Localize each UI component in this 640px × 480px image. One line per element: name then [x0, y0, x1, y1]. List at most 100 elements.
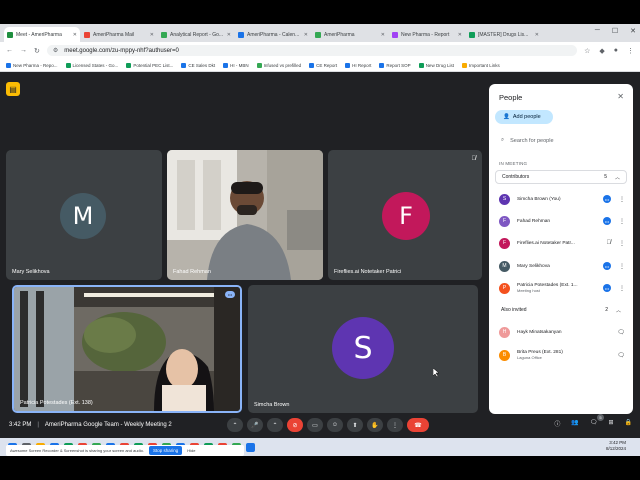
- close-icon[interactable]: ✕: [458, 32, 462, 38]
- more-options-icon[interactable]: ⋮: [387, 418, 403, 432]
- maximize-icon[interactable]: ☐: [612, 27, 618, 35]
- participant-tile[interactable]: ••• Patricia Potestades (Ext. 138): [12, 285, 242, 413]
- contributors-group[interactable]: Contributors 5 ︿: [495, 170, 627, 184]
- chat-icon[interactable]: 🗨: [617, 329, 625, 336]
- list-item[interactable]: M Mary Selikhova ••• ⋮: [499, 258, 625, 274]
- browser-tab[interactable]: AmeriPharma - Calen... ✕: [235, 27, 311, 42]
- site-info-icon[interactable]: ⚙: [53, 47, 58, 54]
- raise-hand-icon[interactable]: ✋: [367, 418, 383, 432]
- participant-tile[interactable]: M Mary Selikhova: [6, 150, 162, 280]
- video-feed: [14, 287, 240, 411]
- close-icon[interactable]: ✕: [304, 32, 308, 38]
- browser-tab[interactable]: Analytical Report - Go... ✕: [158, 27, 234, 42]
- hide-button[interactable]: Hide: [187, 448, 195, 453]
- search-people-input[interactable]: ⌕ Search for people: [495, 132, 625, 149]
- video-feed: [167, 150, 323, 280]
- close-icon[interactable]: ✕: [73, 32, 77, 38]
- meet-icon: [7, 31, 13, 38]
- avatar: M: [499, 260, 510, 272]
- forward-icon[interactable]: →: [20, 47, 27, 54]
- list-item[interactable]: B Brita Preus (Ext. 281) Laguna Office 🗨: [499, 347, 625, 363]
- audio-options-icon[interactable]: ⌃: [227, 418, 243, 432]
- emoji-icon[interactable]: ☺: [327, 418, 343, 432]
- list-item[interactable]: H Hayk Minatsakanyan 🗨: [499, 324, 625, 340]
- video-options-icon[interactable]: ⌃: [267, 418, 283, 432]
- list-item[interactable]: F Fahad Rehman ••• ⋮: [499, 213, 625, 229]
- add-people-button[interactable]: 👤 Add people: [495, 110, 553, 124]
- close-icon[interactable]: ✕: [617, 92, 624, 101]
- list-item[interactable]: S Simcha Brown (You) ••• ⋮: [499, 191, 625, 207]
- close-icon[interactable]: ✕: [535, 32, 539, 38]
- participant-tile[interactable]: 🎙̸ F Fireflies.ai Notetaker Patrici: [328, 150, 482, 280]
- chat-icon[interactable]: 🗨: [617, 352, 625, 359]
- camera-off-icon[interactable]: ⊘: [287, 418, 303, 432]
- info-icon[interactable]: ⓘ: [554, 419, 560, 428]
- close-icon[interactable]: ✕: [381, 32, 385, 38]
- close-window-icon[interactable]: ✕: [630, 27, 636, 35]
- also-invited-group[interactable]: Also invited 2 ︿: [495, 303, 627, 317]
- bookmark[interactable]: New Pharma - Repo...: [6, 62, 58, 68]
- browser-tab[interactable]: New Pharma - Report ✕: [389, 27, 465, 42]
- bookmark-icon: [345, 62, 351, 68]
- browser-tab[interactable]: Meet - AmeriPharma ✕: [4, 27, 80, 42]
- bookmark-icon: [309, 62, 315, 68]
- participant-tile[interactable]: Fahad Rehman: [167, 150, 323, 280]
- search-icon: ⌕: [501, 137, 505, 143]
- leave-call-button[interactable]: ☎: [407, 418, 429, 432]
- meeting-title: AmeriPharma Google Team - Weekly Meeting…: [44, 422, 172, 428]
- tab-label: AmeriPharma - Calen...: [247, 31, 300, 38]
- tab-label: Analytical Report - Go...: [170, 31, 224, 38]
- browser-tab[interactable]: AmeriPharma ✕: [312, 27, 388, 42]
- bookmark-icon: [6, 62, 11, 68]
- bookmark[interactable]: CE Sales Dkt: [181, 62, 215, 68]
- close-icon[interactable]: ✕: [227, 32, 231, 38]
- avatar: F: [499, 237, 510, 249]
- back-icon[interactable]: ←: [6, 47, 13, 54]
- more-options-icon[interactable]: ⋮: [619, 196, 625, 203]
- url-field[interactable]: ⚙ meet.google.com/zu-mppy-nhf?authuser=0: [46, 45, 578, 56]
- captions-icon[interactable]: ▭: [307, 418, 323, 432]
- present-icon[interactable]: ⬆: [347, 418, 363, 432]
- stop-sharing-button[interactable]: Stop sharing: [149, 446, 183, 455]
- bookmark[interactable]: Report SOP: [379, 62, 411, 68]
- sheets-icon: [469, 31, 475, 38]
- minimize-icon[interactable]: ─: [595, 27, 600, 35]
- folder-icon: [461, 62, 467, 68]
- profile-icon[interactable]: ●: [614, 47, 618, 55]
- system-clock[interactable]: 3:42 PM 8/12/2024: [606, 440, 626, 452]
- more-options-icon[interactable]: ⋮: [619, 218, 625, 225]
- bookmark[interactable]: CE Report: [309, 62, 337, 68]
- participant-name: Fireflies.ai Notetaker Patrici: [334, 269, 402, 275]
- people-panel: People ✕ 👤 Add people ⌕ Search for peopl…: [489, 84, 633, 414]
- bookmark[interactable]: Important Links: [461, 62, 500, 68]
- activities-icon[interactable]: ⊞: [608, 419, 613, 428]
- chrome-icon[interactable]: [246, 442, 255, 452]
- reload-icon[interactable]: ↻: [34, 47, 40, 55]
- people-icon[interactable]: 👥: [571, 419, 578, 428]
- bookmark-icon: [65, 62, 71, 68]
- list-item[interactable]: P Patricia Potestades (Ext. 1... Meeting …: [499, 280, 625, 296]
- lock-icon[interactable]: 🔒: [625, 419, 632, 428]
- bookmark[interactable]: HI - MBN: [223, 62, 249, 68]
- bookmark[interactable]: New Drug List: [418, 62, 454, 68]
- list-item[interactable]: F Fireflies.ai Notetaker Patr... 🎙̸ ⋮: [499, 235, 625, 251]
- more-options-icon[interactable]: ⋮: [619, 240, 625, 247]
- panel-title: People: [499, 93, 523, 102]
- browser-tab[interactable]: AmeriPharma Mail ✕: [81, 27, 157, 42]
- browser-tab[interactable]: [MASTER] Drugs Lis... ✕: [466, 27, 542, 42]
- speaking-indicator-icon: •••: [603, 262, 611, 270]
- chat-icon[interactable]: 🗨: [590, 419, 598, 428]
- mic-icon[interactable]: 🎤: [247, 418, 263, 432]
- report-icon: [392, 31, 398, 38]
- close-icon[interactable]: ✕: [150, 32, 154, 38]
- bookmark[interactable]: Licensed States - Go...: [65, 62, 118, 68]
- bookmark[interactable]: HI Report: [345, 62, 371, 68]
- menu-icon[interactable]: ⋮: [627, 47, 634, 55]
- star-icon[interactable]: ☆: [584, 47, 590, 55]
- bookmark[interactable]: Potential PEC List...: [126, 62, 173, 68]
- extensions-icon[interactable]: ◆: [599, 47, 604, 55]
- more-options-icon[interactable]: ⋮: [619, 285, 625, 292]
- participant-tile[interactable]: S Simcha Brown: [248, 285, 478, 413]
- bookmark[interactable]: Infused vs prefilled: [256, 62, 301, 68]
- more-options-icon[interactable]: ⋮: [619, 263, 625, 270]
